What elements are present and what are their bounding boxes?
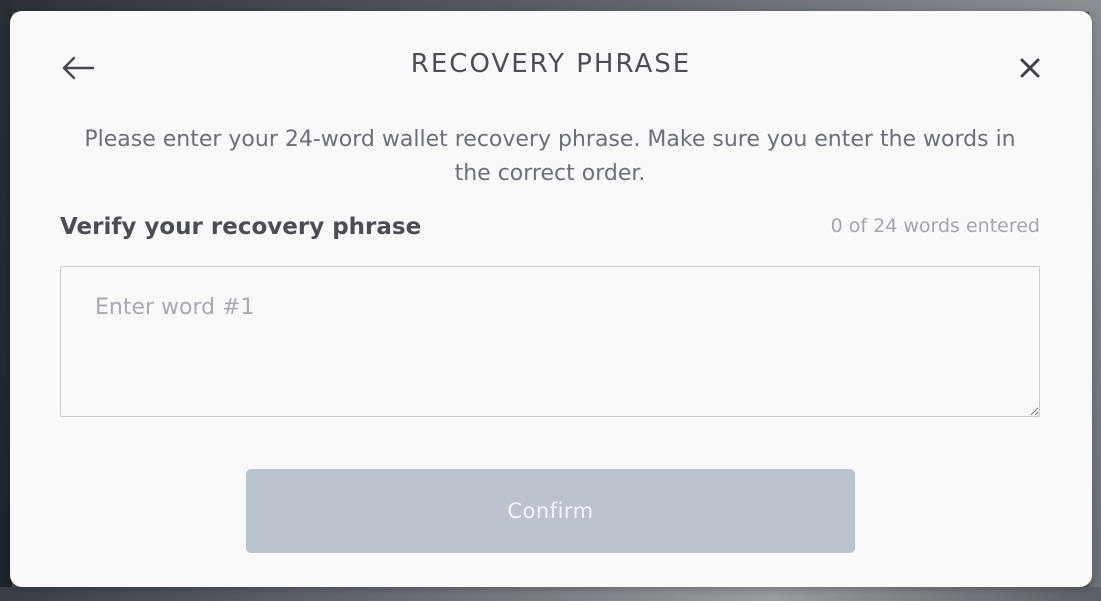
close-icon — [1020, 58, 1040, 78]
words-entered-counter: 0 of 24 words entered — [830, 215, 1040, 237]
modal-description: Please enter your 24-word wallet recover… — [84, 127, 1016, 186]
recovery-word-input[interactable] — [60, 266, 1040, 417]
modal-title: RECOVERY PHRASE — [410, 49, 692, 79]
backdrop-bottom — [0, 587, 1101, 601]
confirm-button[interactable]: Confirm — [246, 469, 855, 553]
close-button[interactable] — [1010, 51, 1050, 85]
recovery-phrase-modal: RECOVERY PHRASE Please enter your 24-wor… — [10, 11, 1092, 587]
verify-label: Verify your recovery phrase — [60, 214, 422, 240]
